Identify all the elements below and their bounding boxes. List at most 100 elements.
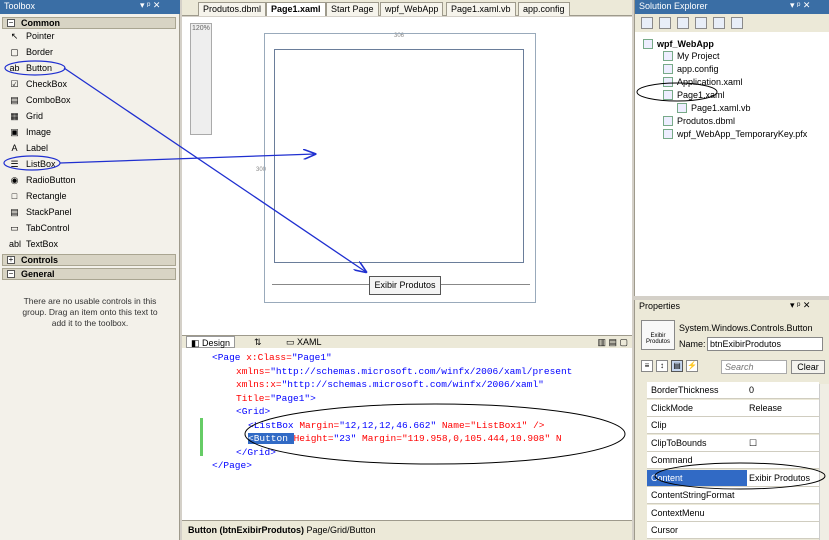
split-view-buttons[interactable]: ▥ ▤ ▢ bbox=[597, 337, 628, 348]
element-path[interactable]: Page/Grid/Button bbox=[307, 525, 376, 535]
tree-item-project[interactable]: wpf_WebApp bbox=[643, 38, 714, 50]
xaml-line[interactable]: </Page> bbox=[212, 460, 252, 471]
xaml-attr: x:Class= bbox=[246, 352, 292, 363]
tree-item-page1-xaml[interactable]: Page1.xaml bbox=[663, 89, 725, 101]
toolbox-empty-message[interactable]: There are no usable controls in this gro… bbox=[16, 296, 164, 329]
name-field[interactable] bbox=[707, 337, 823, 351]
property-value[interactable]: Exibir Produtos bbox=[747, 469, 819, 486]
xaml-line[interactable]: Title="Page1"> bbox=[236, 393, 316, 404]
tab-produtos-dbml[interactable]: Produtos.dbml bbox=[198, 2, 267, 16]
refresh-icon[interactable] bbox=[677, 17, 689, 29]
xaml-attr: xmlns= bbox=[236, 365, 271, 377]
events-icon[interactable]: ⚡ bbox=[686, 360, 698, 372]
wpf-designer-surface[interactable]: 120% 306 300 Exibir Produtos bbox=[182, 17, 632, 335]
selection-path-bar: Button (btnExibirProdutos) Page/Grid/But… bbox=[182, 520, 632, 540]
exibir-produtos-button[interactable]: Exibir Produtos bbox=[369, 276, 441, 295]
class-diagram-icon[interactable] bbox=[731, 17, 743, 29]
property-row-cliptobounds[interactable]: ClipToBounds ☐ bbox=[647, 434, 819, 452]
toolbox-item-button[interactable]: ab Button bbox=[6, 61, 52, 75]
toolbox-item-checkbox[interactable]: ☑ CheckBox bbox=[6, 77, 67, 91]
toolbox-group-controls[interactable]: + Controls bbox=[2, 254, 176, 266]
tab-wpf-webapp[interactable]: wpf_WebApp bbox=[380, 2, 444, 16]
categorized-icon[interactable]: ≡ bbox=[641, 360, 653, 372]
listbox-icon: ☰ bbox=[10, 159, 19, 169]
toolbox-item-textbox[interactable]: abl TextBox bbox=[6, 237, 58, 251]
property-value[interactable]: 0 bbox=[749, 382, 754, 398]
group-label: Common bbox=[21, 18, 60, 28]
property-row-borderthickness[interactable]: BorderThickness 0 bbox=[647, 382, 819, 399]
tree-item-my-project[interactable]: My Project bbox=[663, 50, 720, 62]
xaml-line[interactable]: <Button Height="23" Margin="119.958,0,10… bbox=[248, 433, 562, 444]
swap-panes-button[interactable]: ⇅ bbox=[250, 336, 266, 348]
xaml-tag: </Page> bbox=[212, 460, 252, 471]
xaml-attr: xmlns:x= bbox=[236, 379, 282, 390]
property-row-contextmenu[interactable]: ContextMenu bbox=[647, 504, 819, 522]
label-icon: A bbox=[11, 143, 18, 153]
properties-icon[interactable] bbox=[641, 17, 653, 29]
property-name: Cursor bbox=[651, 525, 679, 535]
toolbox-item-rectangle[interactable]: □ Rectangle bbox=[6, 189, 67, 203]
property-value[interactable]: Release bbox=[749, 400, 782, 416]
listbox-control[interactable] bbox=[274, 49, 524, 263]
toolbox-item-tabcontrol[interactable]: ▭ TabControl bbox=[6, 221, 69, 235]
alphabetical-icon[interactable]: ↕ bbox=[656, 360, 668, 372]
clear-button[interactable]: Clear bbox=[791, 360, 825, 374]
property-row-cursor[interactable]: Cursor bbox=[647, 522, 819, 539]
toolbox-item-combobox[interactable]: ▤ ComboBox bbox=[6, 93, 70, 107]
toolbox-group-common[interactable]: − Common bbox=[2, 17, 176, 29]
toolbox-item-listbox[interactable]: ☰ ListBox bbox=[6, 157, 56, 171]
view-code-icon[interactable] bbox=[695, 17, 707, 29]
tree-item-page1-xaml-vb[interactable]: Page1.xaml.vb bbox=[677, 102, 751, 114]
tab-app-config[interactable]: app.config bbox=[518, 2, 570, 16]
toolbox-item-radiobutton[interactable]: ◉ RadioButton bbox=[6, 173, 76, 187]
xaml-line[interactable]: </Grid> bbox=[236, 447, 276, 458]
property-search-input[interactable] bbox=[721, 360, 787, 374]
properties-scrollbar[interactable] bbox=[819, 384, 829, 540]
xaml-line[interactable]: xmlns="http://schemas.microsoft.com/winf… bbox=[236, 366, 572, 377]
property-row-content[interactable]: Content Exibir Produtos bbox=[647, 469, 819, 487]
xaml-value: "http://schemas.microsoft.com/winfx/2006… bbox=[270, 365, 573, 377]
property-value[interactable]: ☐ bbox=[749, 435, 757, 451]
properties-view-icon[interactable]: ▤ bbox=[671, 360, 683, 372]
collapse-icon[interactable]: − bbox=[7, 270, 15, 278]
toolbox-item-label: ListBox bbox=[26, 159, 56, 169]
tab-start-page[interactable]: Start Page bbox=[326, 2, 379, 16]
property-row-contentstringformat[interactable]: ContentStringFormat bbox=[647, 487, 819, 504]
show-all-files-icon[interactable] bbox=[659, 17, 671, 29]
tree-item-wpf-webapp-temporarykey-pfx[interactable]: wpf_WebApp_TemporaryKey.pfx bbox=[663, 128, 807, 140]
toolbox-item-label: Grid bbox=[26, 111, 44, 121]
tabcontrol-icon: ▭ bbox=[10, 223, 19, 233]
tab-design[interactable]: ◧ Design bbox=[186, 336, 236, 348]
toolbox-item-stackpanel[interactable]: ▤ StackPanel bbox=[6, 205, 71, 219]
zoom-slider[interactable]: 120% bbox=[190, 23, 212, 135]
solution-window-buttons[interactable]: ▾ ᵖ ✕ bbox=[790, 0, 810, 11]
toolbox-group-general[interactable]: − General bbox=[2, 268, 176, 280]
toolbox-item-grid[interactable]: ▦ Grid bbox=[6, 109, 43, 123]
xaml-editor[interactable]: <Page x:Class="Page1" xmlns="http://schem… bbox=[182, 348, 632, 520]
view-designer-icon[interactable] bbox=[713, 17, 725, 29]
toolbox-item-border[interactable]: ▢ Border bbox=[6, 45, 53, 59]
tab-xaml[interactable]: ▭ XAML bbox=[282, 336, 326, 348]
xaml-line[interactable]: <Page x:Class="Page1" bbox=[212, 352, 332, 363]
designer-view-bar: ◧ Design ⇅ ▭ XAML ▥ ▤ ▢ bbox=[182, 335, 632, 348]
tab-page1-xaml-vb[interactable]: Page1.xaml.vb bbox=[446, 2, 516, 16]
property-row-clickmode[interactable]: ClickMode Release bbox=[647, 399, 819, 417]
toolbox-item-pointer[interactable]: ↖ Pointer bbox=[6, 29, 55, 43]
tree-item-app-config[interactable]: app.config bbox=[663, 63, 719, 75]
property-row-command[interactable]: Command bbox=[647, 452, 819, 469]
tree-item-produtos-dbml[interactable]: Produtos.dbml bbox=[663, 115, 735, 127]
toolbox-item-image[interactable]: ▣ Image bbox=[6, 125, 51, 139]
selected-element[interactable]: Button (btnExibirProdutos) bbox=[188, 525, 304, 535]
xaml-line[interactable]: <Grid> bbox=[236, 406, 270, 417]
property-row-clip[interactable]: Clip bbox=[647, 417, 819, 434]
expand-icon[interactable]: + bbox=[7, 256, 15, 264]
xaml-line[interactable]: xmlns:x="http://schemas.microsoft.com/wi… bbox=[236, 379, 544, 390]
toolbox-item-label[interactable]: A Label bbox=[6, 141, 48, 155]
xaml-line[interactable]: <ListBox Margin="12,12,12,46.662" Name="… bbox=[248, 420, 544, 431]
toolbox-window-buttons[interactable]: ▾ ᵖ ✕ bbox=[140, 0, 160, 11]
collapse-icon[interactable]: − bbox=[7, 19, 15, 27]
tab-page1-xaml[interactable]: Page1.xaml bbox=[266, 2, 326, 16]
tree-item-application-xaml[interactable]: Application.xaml bbox=[663, 76, 743, 88]
properties-window-buttons[interactable]: ▾ ᵖ ✕ bbox=[790, 300, 810, 311]
property-name: Command bbox=[651, 455, 693, 465]
